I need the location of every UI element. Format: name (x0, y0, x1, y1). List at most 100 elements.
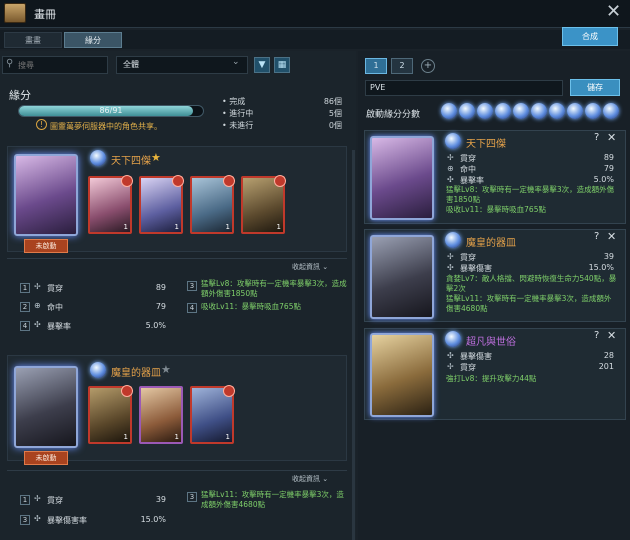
tab-fate[interactable]: 緣分 (64, 32, 122, 48)
inactive-button[interactable]: 未啟動 (24, 239, 68, 253)
collapse-info-button[interactable]: 收起資訊 ⌄ (292, 262, 328, 272)
page-2-button[interactable]: 2 (391, 58, 413, 74)
close-icon[interactable]: ✕ (607, 131, 616, 144)
close-icon[interactable]: ✕ (606, 1, 621, 22)
stat-name: 暴擊傷害 (460, 264, 492, 273)
warning-icon: ! (36, 119, 47, 130)
stat-complete-value: 86個 (323, 97, 342, 106)
fate-score-orb-icon (531, 103, 547, 119)
tab-album[interactable]: 畫畫 (4, 32, 62, 48)
req-count: 3 (20, 515, 30, 525)
hero-portrait (370, 235, 434, 319)
card-thumb[interactable]: 1 (139, 386, 183, 444)
req-count: 3 (187, 492, 197, 502)
orb-icon (445, 232, 461, 248)
effect-text: 猛擊Lv8：攻擊時有一定機率暴擊3次，造成額外傷害1850點 (201, 279, 347, 298)
star-icon[interactable]: ★ (151, 151, 161, 164)
effect-text: 強打Lv8：提升攻擊力44點 (446, 374, 537, 383)
inactive-button[interactable]: 未啟動 (24, 451, 68, 465)
search-input[interactable] (18, 59, 104, 71)
req-count: 3 (187, 281, 197, 291)
effect-text: 猛擊Lv11：攻擊時有一定機率暴擊3次，造成額外傷害4680點 (446, 294, 612, 313)
lock-badge-icon (172, 175, 184, 187)
req-count: 4 (20, 321, 30, 331)
card-count: 1 (225, 433, 230, 441)
filter-select[interactable]: 全體 (116, 56, 248, 74)
stat-name: 貫穿 (47, 496, 63, 505)
chevron-down-icon: ⌄ (322, 263, 329, 271)
card-thumb[interactable]: 1 (88, 175, 133, 234)
collapse-info-button[interactable]: 收起資訊 ⌄ (292, 474, 328, 484)
effect-text: 吸收Lv11：暴擊時吸血765點 (446, 205, 546, 214)
fate-score-orb-icon (513, 103, 529, 119)
fate-progress-text: 86/91 (99, 106, 123, 115)
orb-icon (90, 150, 106, 166)
divider (7, 470, 347, 471)
crit-damage-icon: ✣ (447, 351, 454, 360)
fate-label: 緣分 (9, 89, 31, 102)
search-icon: ⚲ (6, 58, 14, 69)
card-count: 1 (174, 223, 179, 231)
lock-badge-icon (223, 175, 235, 187)
stat-name: 命中 (460, 165, 476, 174)
save-button[interactable]: 儲存 (570, 79, 620, 96)
stat-value: 89 (155, 283, 166, 292)
set-title: 魔皇的器皿 (466, 238, 516, 249)
card-thumb[interactable]: 1 (190, 385, 235, 444)
close-icon[interactable]: ✕ (607, 230, 616, 243)
fate-score-label: 啟動緣分分數 (366, 110, 421, 120)
card-thumb[interactable]: 1 (139, 175, 184, 234)
hero-portrait[interactable] (14, 366, 78, 448)
fate-note-text: 圖靈萬夢伺服器中的角色共享。 (50, 122, 162, 131)
stat-value: 79 (155, 302, 166, 311)
stat-not-started-value: 0個 (328, 121, 342, 130)
stat-value: 79 (603, 164, 614, 173)
orb-icon (90, 362, 106, 378)
stat-value: 28 (603, 351, 614, 360)
set-title: 天下四傑 (466, 139, 506, 150)
effect-text: 猛擊Lv8：攻擊時有一定機率暴擊3次，造成額外傷害1850點 (446, 185, 615, 204)
penetration-icon: ✢ (447, 252, 454, 261)
stat-name: 貫穿 (460, 363, 476, 372)
stat-value: 5.0% (145, 321, 166, 330)
card-count: 1 (123, 433, 128, 441)
penetration-icon: ✢ (34, 494, 41, 503)
req-count: 1 (20, 283, 30, 293)
grid-view-icon[interactable]: ▦ (274, 57, 290, 73)
help-icon[interactable]: ? (594, 330, 599, 341)
fate-score-orb-icon (495, 103, 511, 119)
filter-icon[interactable]: ▼ (254, 57, 270, 73)
card-count: 1 (123, 223, 128, 231)
help-icon[interactable]: ? (594, 231, 599, 242)
stat-value: 15.0% (588, 263, 614, 272)
card-count: 1 (276, 223, 281, 231)
compose-button[interactable]: 合成 (562, 27, 618, 46)
preset-name-field[interactable]: PVE (365, 80, 563, 96)
star-icon[interactable]: ★ (161, 363, 171, 376)
card-thumb[interactable]: 1 (88, 385, 133, 444)
fate-score-orb-icon (477, 103, 493, 119)
chevron-down-icon: ⌄ (232, 57, 240, 67)
close-icon[interactable]: ✕ (607, 329, 616, 342)
card-thumb[interactable]: 1 (190, 175, 235, 234)
crit-damage-icon: ✣ (447, 263, 454, 272)
book-icon (4, 3, 26, 23)
card-thumb[interactable]: 1 (241, 175, 286, 234)
help-icon[interactable]: ? (594, 132, 599, 143)
add-page-button[interactable]: + (421, 59, 435, 73)
fate-score-orb-icon (441, 103, 457, 119)
fate-note: 圖靈萬夢伺服器中的角色共享。 (50, 121, 162, 132)
penetration-icon: ✢ (447, 153, 454, 162)
effect-text: 吸收Lv11：暴擊時吸血765點 (201, 302, 301, 311)
accuracy-icon: ⊕ (34, 301, 41, 310)
lock-badge-icon (121, 175, 133, 187)
page-1-button[interactable]: 1 (365, 58, 387, 74)
scrollbar[interactable] (352, 150, 355, 540)
chevron-down-icon: ⌄ (322, 475, 329, 483)
req-count: 2 (20, 302, 30, 312)
window-title: 畫冊 (34, 8, 56, 21)
stat-value: 39 (155, 495, 166, 504)
hero-portrait[interactable] (14, 154, 78, 236)
orb-icon (445, 133, 461, 149)
crit-rate-icon: ✣ (447, 175, 454, 184)
